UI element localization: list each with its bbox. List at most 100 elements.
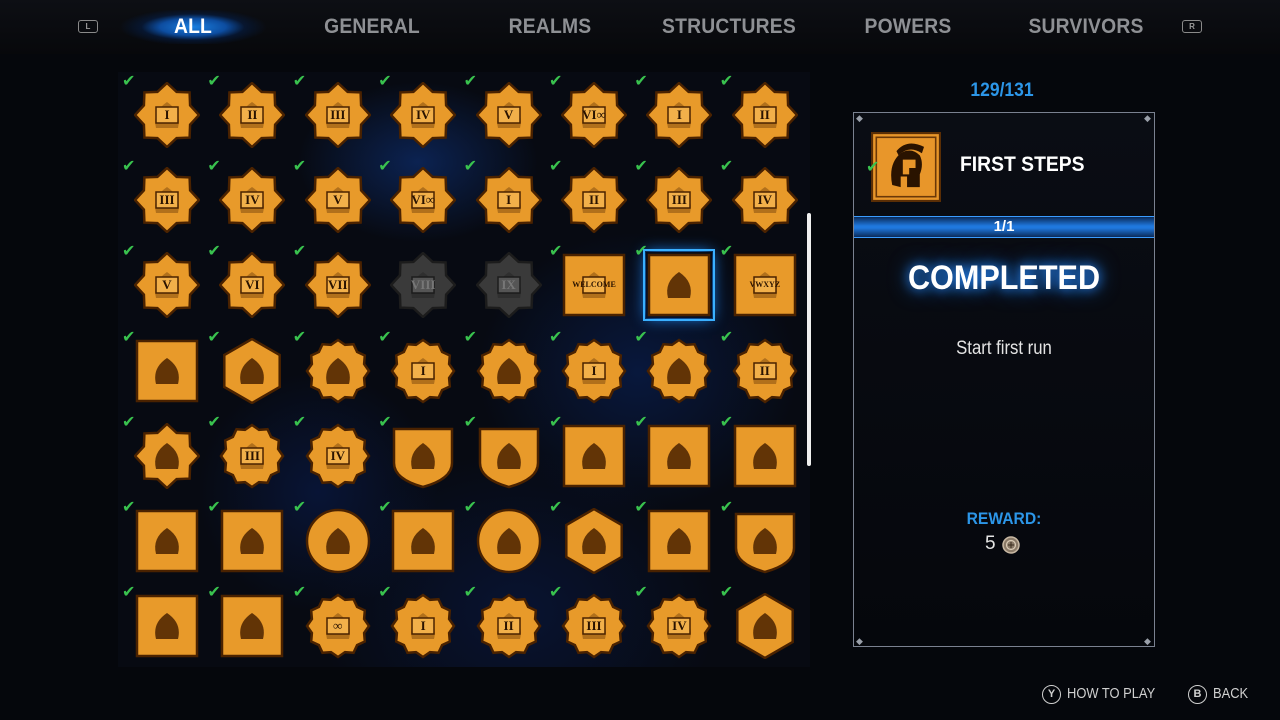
tab-survivors[interactable]: SURVIVORS bbox=[1012, 10, 1159, 44]
achievement-cell[interactable]: ✔ VI bbox=[207, 243, 291, 326]
achievement-cell[interactable]: ✔ bbox=[293, 499, 377, 582]
shield-warrior-icon bbox=[732, 508, 798, 574]
achievement-numeral: VIII bbox=[410, 277, 436, 293]
achievement-cell[interactable]: ✔ VI∞ bbox=[378, 158, 462, 241]
achievement-cell[interactable]: ✔ IV bbox=[634, 584, 718, 667]
achievement-cell[interactable]: ✔ VII bbox=[293, 243, 377, 326]
completed-check-icon: ✔ bbox=[378, 411, 392, 431]
achievement-cell[interactable]: ✔ I bbox=[464, 158, 548, 241]
achievement-cell[interactable]: ✔ bbox=[122, 328, 206, 412]
completed-check-icon: ✔ bbox=[719, 411, 734, 431]
laurel-sun-icon: II bbox=[732, 338, 798, 404]
spartan-helmet-icon bbox=[871, 132, 941, 202]
achievement-cell[interactable]: ✔ IV bbox=[378, 73, 462, 156]
achievement-cell[interactable]: ✔ bbox=[122, 413, 206, 497]
achievement-cell[interactable]: ✔ bbox=[207, 584, 291, 667]
achievement-cell[interactable]: ✔ I bbox=[549, 328, 633, 412]
right-shoulder-button-icon[interactable]: R bbox=[1182, 20, 1202, 33]
achievement-numeral: I bbox=[506, 192, 512, 208]
achievement-cell[interactable]: ✔ II bbox=[720, 73, 804, 156]
achievement-cell[interactable]: ✔ bbox=[720, 584, 804, 667]
completed-check-icon: ✔ bbox=[549, 582, 563, 602]
alphabet-tablet-icon: VWXYZ bbox=[732, 252, 798, 318]
achievement-progress-text: 1/1 bbox=[993, 218, 1015, 235]
achievement-cell[interactable]: ✔ IV bbox=[207, 158, 291, 241]
spell-book-icon bbox=[646, 423, 712, 489]
achievement-cell[interactable]: ✔ III bbox=[122, 158, 206, 241]
achievement-cell[interactable]: ✔ II bbox=[207, 73, 291, 156]
achievement-cell[interactable]: ✔ bbox=[720, 499, 804, 582]
achievement-cell[interactable]: VIII bbox=[382, 246, 462, 326]
achievement-cell[interactable]: ✔ bbox=[634, 243, 718, 326]
completed-check-icon: ✔ bbox=[634, 582, 648, 602]
achievement-cell[interactable]: ✔ III bbox=[549, 584, 633, 667]
achievement-cell[interactable]: ✔ WELCOME bbox=[549, 243, 633, 326]
completed-check-icon: ✔ bbox=[292, 326, 307, 346]
achievement-cell[interactable]: ✔ III bbox=[293, 73, 377, 156]
achievement-cell[interactable]: ✔ I bbox=[634, 73, 718, 156]
achievement-cell[interactable]: ✔ bbox=[720, 413, 804, 497]
achievement-cell[interactable]: ✔ bbox=[122, 499, 206, 582]
achievement-cell[interactable]: ✔ I bbox=[378, 328, 462, 412]
achievement-numeral: V bbox=[333, 192, 343, 208]
achievement-cell[interactable]: ✔ bbox=[378, 499, 462, 582]
achievement-cell[interactable]: ✔ bbox=[634, 328, 718, 412]
clover-numeral-icon: IV bbox=[646, 593, 712, 659]
achievement-cell[interactable]: ✔ bbox=[634, 413, 718, 497]
completed-check-icon: ✔ bbox=[719, 72, 734, 90]
tab-structures[interactable]: STRUCTURES bbox=[655, 10, 802, 44]
achievement-cell[interactable]: ✔ bbox=[549, 413, 633, 497]
achievement-cell[interactable]: ✔ bbox=[634, 499, 718, 582]
achievement-numeral: IV bbox=[757, 192, 773, 208]
achievement-cell[interactable]: ✔ II bbox=[549, 158, 633, 241]
left-shoulder-button-icon[interactable]: L bbox=[78, 20, 98, 33]
achievement-cell[interactable]: IX bbox=[468, 246, 548, 326]
achievement-status: COMPLETED bbox=[907, 259, 1101, 297]
achievement-cell[interactable]: ✔ I bbox=[122, 73, 206, 156]
grid-scrollbar[interactable] bbox=[807, 213, 811, 466]
god-statue-shield-icon bbox=[476, 423, 542, 489]
achievement-numeral: WELCOME bbox=[572, 280, 616, 290]
achievement-cell[interactable]: ✔ I bbox=[378, 584, 462, 667]
achievement-cell[interactable]: ✔ ∞ bbox=[293, 584, 377, 667]
completed-check-icon: ✔ bbox=[549, 326, 563, 346]
completed-check-icon: ✔ bbox=[549, 411, 563, 431]
achievement-cell[interactable]: ✔ bbox=[549, 499, 633, 582]
achievement-cell[interactable]: ✔ bbox=[464, 413, 548, 497]
completed-check-icon: ✔ bbox=[378, 326, 392, 346]
tab-all[interactable]: ALL bbox=[119, 10, 267, 44]
achievement-numeral: I bbox=[420, 618, 426, 634]
achievement-cell[interactable]: ✔ V bbox=[122, 243, 206, 326]
achievement-cell[interactable]: ✔ bbox=[464, 499, 548, 582]
achievement-cell[interactable]: ✔ bbox=[207, 499, 291, 582]
back-prompt[interactable]: B BACK bbox=[1188, 683, 1254, 705]
achievement-cell[interactable]: ✔ III bbox=[634, 158, 718, 241]
achievement-cell[interactable]: ✔ II bbox=[464, 584, 548, 667]
achievement-cell[interactable]: ✔ V bbox=[464, 73, 548, 156]
welcome-fire-icon: WELCOME bbox=[561, 252, 627, 318]
achievement-cell[interactable]: ✔ IV bbox=[293, 413, 377, 497]
star-badge-cards-icon: III bbox=[134, 167, 200, 234]
achievement-numeral: I bbox=[591, 362, 597, 378]
achievement-cell[interactable]: ✔ bbox=[293, 328, 377, 412]
spartan-helmet-icon bbox=[643, 249, 716, 322]
completed-check-icon: ✔ bbox=[207, 411, 221, 431]
achievement-cell[interactable]: ✔ III bbox=[207, 413, 291, 497]
completed-check-icon: ✔ bbox=[719, 156, 734, 176]
tab-powers[interactable]: POWERS bbox=[834, 10, 981, 44]
tab-realms[interactable]: REALMS bbox=[476, 10, 623, 44]
achievement-cell[interactable]: ✔ bbox=[122, 584, 206, 667]
achievement-cell[interactable]: ✔ V bbox=[293, 158, 377, 241]
achievement-cell[interactable]: ✔ VWXYZ bbox=[720, 243, 804, 326]
achievement-numeral: I bbox=[164, 107, 170, 122]
b-button-icon: B bbox=[1188, 684, 1207, 704]
tab-general[interactable]: GENERAL bbox=[298, 10, 445, 44]
achievement-cell[interactable]: ✔ bbox=[207, 328, 291, 412]
achievement-cell[interactable]: ✔ bbox=[464, 328, 548, 412]
how-to-play-prompt[interactable]: Y HOW TO PLAY bbox=[1042, 683, 1170, 705]
achievement-cell[interactable]: ✔ IV bbox=[720, 158, 804, 241]
achievement-grid: ✔ I ✔ II ✔ III ✔ IV ✔ V ✔ VI∞ ✔ I ✔ II ✔ III ✔ IV ✔ V ✔ VI∞ ✔ I ✔ I… bbox=[118, 72, 810, 667]
achievement-cell[interactable]: ✔ VI∞ bbox=[549, 73, 633, 156]
achievement-cell[interactable]: ✔ bbox=[378, 413, 462, 497]
achievement-cell[interactable]: ✔ II bbox=[720, 328, 804, 412]
